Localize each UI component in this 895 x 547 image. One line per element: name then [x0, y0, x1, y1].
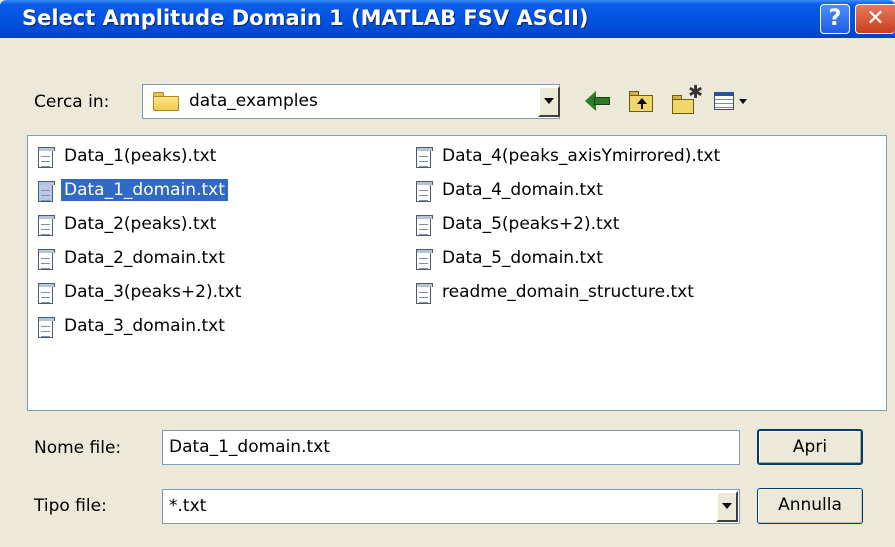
folder-icon [153, 92, 179, 111]
close-button[interactable]: ✕ [855, 4, 895, 34]
open-button[interactable]: Apri [757, 429, 863, 465]
window-title: Select Amplitude Domain 1 (MATLAB FSV AS… [22, 6, 589, 30]
look-in-label: Cerca in: [34, 92, 110, 112]
file-item-name: Data_1(peaks).txt [64, 146, 217, 166]
text-file-icon [416, 147, 433, 168]
cancel-button[interactable]: Annulla [757, 488, 863, 524]
file-name-field[interactable]: Data_1_domain.txt [162, 430, 740, 465]
file-name-value: Data_1_domain.txt [169, 437, 330, 457]
text-file-icon [38, 147, 55, 168]
look-in-dropdown-button[interactable] [538, 86, 560, 117]
look-in-value: data_examples [189, 91, 318, 111]
chevron-down-icon [722, 503, 732, 509]
back-arrow-icon[interactable] [585, 86, 611, 116]
new-folder-icon[interactable]: ✱ [670, 82, 703, 116]
file-item-name: Data_4(peaks_axisYmirrored).txt [442, 146, 721, 166]
file-item-name: Data_5_domain.txt [442, 248, 603, 268]
file-type-value: *.txt [169, 496, 207, 516]
file-name-label: Nome file: [34, 438, 122, 458]
file-item-name: readme_domain_structure.txt [442, 282, 694, 302]
file-item-name: Data_2(peaks).txt [64, 214, 217, 234]
up-one-level-icon[interactable] [627, 86, 655, 116]
file-item-name: Data_1_domain.txt [61, 179, 228, 201]
file-item-name: Data_4_domain.txt [442, 180, 603, 200]
text-file-icon [38, 181, 55, 202]
file-type-dropdown-button[interactable] [716, 491, 738, 522]
chevron-down-icon [544, 98, 554, 104]
look-in-dropdown[interactable]: data_examples [142, 84, 560, 119]
file-item-name: Data_3_domain.txt [64, 316, 225, 336]
file-list[interactable]: Data_1(peaks).txt Data_1_domain.txt Data… [27, 135, 887, 411]
file-item-name: Data_5(peaks+2).txt [442, 214, 620, 234]
text-file-icon [416, 283, 433, 304]
file-item-name: Data_3(peaks+2).txt [64, 282, 242, 302]
title-bar[interactable]: Select Amplitude Domain 1 (MATLAB FSV AS… [0, 0, 895, 38]
text-file-icon [416, 249, 433, 270]
view-menu-icon[interactable] [712, 86, 752, 116]
file-item-name: Data_2_domain.txt [64, 248, 225, 268]
text-file-icon [38, 317, 55, 338]
file-type-label: Tipo file: [34, 496, 107, 516]
help-button[interactable]: ? [820, 4, 850, 34]
text-file-icon [38, 283, 55, 304]
text-file-icon [38, 215, 55, 236]
file-type-dropdown[interactable]: *.txt [162, 489, 740, 524]
text-file-icon [416, 181, 433, 202]
text-file-icon [38, 249, 55, 270]
text-file-icon [416, 215, 433, 236]
